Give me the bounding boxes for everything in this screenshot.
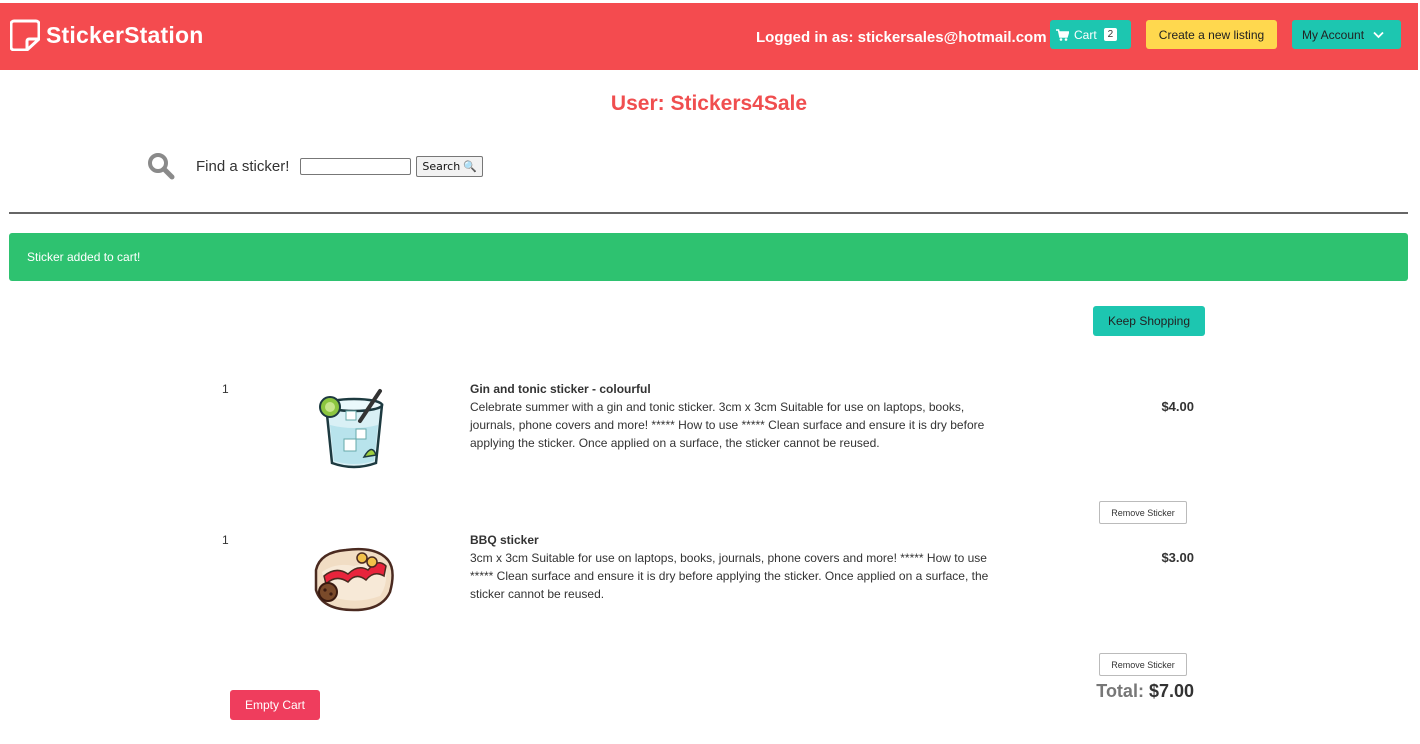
- item-name: Gin and tonic sticker - colourful: [470, 382, 651, 396]
- search-button[interactable]: Search 🔍: [416, 155, 483, 177]
- create-listing-button[interactable]: Create a new listing: [1146, 20, 1277, 49]
- search-label: Find a sticker!: [196, 157, 290, 175]
- item-price: $4.00: [1161, 399, 1194, 414]
- total-label: Total:: [1096, 681, 1144, 701]
- my-account-dropdown[interactable]: My Account: [1292, 20, 1401, 49]
- my-account-label: My Account: [1302, 27, 1365, 42]
- success-alert: Sticker added to cart!: [9, 233, 1408, 281]
- page-title: User: Stickers4Sale: [610, 92, 808, 115]
- search-icon: [148, 153, 175, 180]
- item-description: Gin and tonic sticker - colourful Celebr…: [470, 380, 1010, 452]
- item-quantity: 1: [222, 533, 229, 547]
- item-quantity: 1: [222, 382, 229, 396]
- remove-sticker-button[interactable]: Remove Sticker: [1099, 501, 1187, 524]
- empty-cart-button[interactable]: Empty Cart: [230, 690, 320, 720]
- cart-button[interactable]: Cart 2: [1050, 20, 1131, 49]
- brand-name: StickerStation: [46, 21, 204, 48]
- item-price: $3.00: [1161, 550, 1194, 565]
- remove-sticker-button[interactable]: Remove Sticker: [1099, 653, 1187, 676]
- cart-count-badge: 2: [1103, 28, 1118, 41]
- sticker-logo-icon: [10, 19, 40, 51]
- divider: [9, 212, 1408, 214]
- gin-tonic-icon: [319, 389, 384, 469]
- magnifier-icon: 🔍: [463, 159, 477, 173]
- total-amount: $7.00: [1148, 681, 1194, 701]
- bbq-toast-icon: [314, 547, 394, 612]
- cart-total: Total: $7.00: [1060, 681, 1194, 702]
- search-bar: Find a sticker! Search 🔍: [147, 152, 483, 180]
- item-name: BBQ sticker: [470, 533, 539, 547]
- brand-link[interactable]: StickerStation: [10, 19, 203, 51]
- cart-icon: [1056, 28, 1069, 41]
- chevron-down-icon: [1373, 31, 1384, 38]
- item-description: BBQ sticker 3cm x 3cm Suitable for use o…: [470, 531, 1010, 603]
- search-button-label: Search: [422, 159, 461, 173]
- logged-in-status: Logged in as: stickersales@hotmail.com: [756, 29, 1047, 46]
- cart-label: Cart: [1074, 27, 1097, 42]
- item-description-text: 3cm x 3cm Suitable for use on laptops, b…: [470, 551, 989, 601]
- search-input[interactable]: [300, 157, 412, 175]
- navbar: StickerStation Logged in as: stickersale…: [0, 3, 1418, 70]
- keep-shopping-button[interactable]: Keep Shopping: [1093, 306, 1205, 336]
- item-description-text: Celebrate summer with a gin and tonic st…: [470, 400, 985, 450]
